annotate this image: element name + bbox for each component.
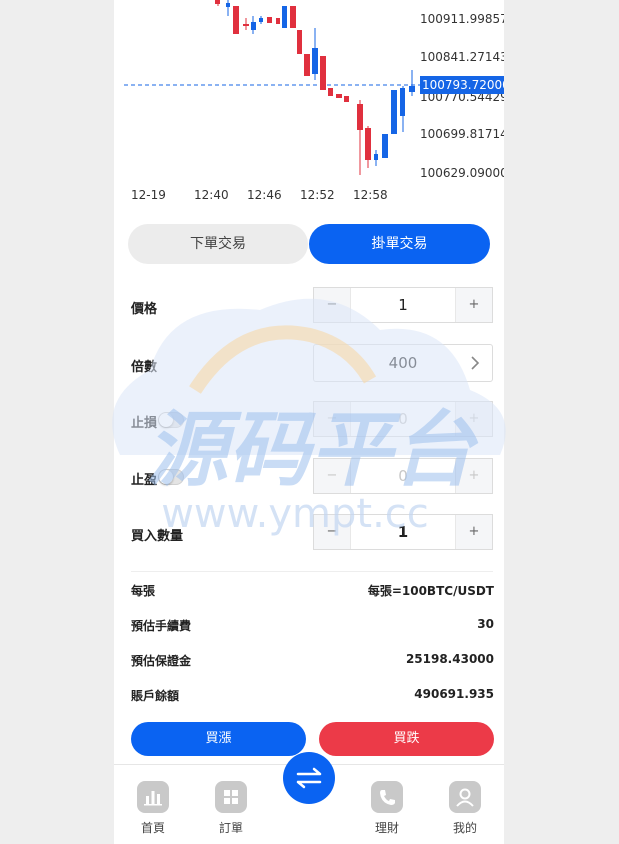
stop-loss-label: 止損 [131,416,158,431]
candle-down [328,88,333,96]
nav-item-home[interactable]: 首頁 [128,781,178,836]
candle-down [365,128,371,160]
candle-up [374,154,378,160]
take-profit-toggle[interactable] [158,469,184,485]
buy-up-button[interactable]: 買漲 [131,722,306,756]
price-level-label: 100841.27143 [420,50,504,64]
candle-down [233,6,239,34]
candle-down [243,24,249,26]
multiple-value: 400 [388,354,418,372]
divider [131,571,493,572]
user-icon [449,781,481,813]
right-margin [504,0,619,844]
candle-down [320,56,326,90]
take-profit-plus-button[interactable]: + [455,459,492,493]
time-label: 12:58 [353,188,388,202]
balance-label: 賬戶餘額 [131,689,180,703]
stop-loss-toggle[interactable] [158,412,184,428]
per-contract-value: 每張=100BTC/USDT [367,584,494,598]
candle-up [391,90,397,134]
stop-loss-minus-button[interactable]: − [314,402,351,436]
fee-label: 預估手續費 [131,619,192,633]
multiple-select[interactable]: 400 [313,344,493,382]
buy-quantity-minus-button[interactable]: − [314,515,351,549]
per-contract-label: 每張 [131,584,156,598]
candle-down [357,104,363,130]
nav-item-orders[interactable]: 訂單 [206,781,256,836]
stop-loss-input[interactable]: 0 [350,402,456,436]
chart-canvas [124,0,420,175]
fee-value: 30 [477,617,494,631]
price-plus-button[interactable]: + [455,288,492,322]
balance-value: 490691.935 [414,687,494,701]
take-profit-label: 止盈 [131,473,158,488]
candle-up [226,3,230,7]
trade-screen: 100911.99857 100841.27143 100770.54429 1… [114,0,504,844]
candle-up [400,88,405,116]
candle-down [215,0,220,4]
swap-button[interactable] [283,752,335,804]
price-minus-button[interactable]: − [314,288,351,322]
candle-up [382,134,388,158]
multiple-label: 倍數 [131,360,158,375]
grid-icon [215,781,247,813]
tab-order-trade[interactable]: 下單交易 [128,224,308,264]
nav-label: 訂單 [218,821,243,835]
chart-bar-icon [137,781,169,813]
nav-label: 首頁 [140,821,165,835]
take-profit-input[interactable]: 0 [350,459,456,493]
candle-down [344,96,349,102]
buy-quantity-input[interactable]: 1 [350,515,456,549]
candle-up [259,18,263,22]
candle-up [282,6,287,28]
nav-item-finance[interactable]: 理財 [362,781,412,836]
candle-down [336,94,342,98]
candle-down [304,54,310,76]
margin-label: 預估保證金 [131,654,192,668]
toggle-knob [159,413,173,427]
price-level-label: 100629.09000 [420,166,504,180]
toggle-knob [159,470,173,484]
price-level-label: 100699.81714 [420,127,504,141]
take-profit-minus-button[interactable]: − [314,459,351,493]
take-profit-stepper: − 0 + [313,458,493,494]
margin-value: 25198.43000 [405,652,494,666]
swap-arrows-icon [296,767,322,789]
nav-label: 理財 [374,821,399,835]
candle-down [267,17,272,23]
stop-loss-stepper: − 0 + [313,401,493,437]
buy-down-button[interactable]: 買跌 [319,722,494,756]
candle-down [297,30,302,54]
left-margin [0,0,114,844]
phone-icon [371,781,403,813]
buy-quantity-plus-button[interactable]: + [455,515,492,549]
trade-type-tabs: 下單交易 掛單交易 [124,224,494,264]
candle-down [290,6,296,28]
candlestick-chart[interactable]: 100911.99857 100841.27143 100770.54429 1… [114,0,504,215]
time-label: 12:46 [247,188,282,202]
price-level-label: 100911.99857 [420,12,504,26]
time-label: 12:52 [300,188,335,202]
candles [215,0,415,175]
nav-label: 我的 [452,821,477,835]
candle-down [276,18,280,24]
price-stepper: − 1 + [313,287,493,323]
time-label: 12:40 [194,188,229,202]
current-price-tag: 100793.72000 [420,76,504,94]
time-label: 12-19 [131,188,166,202]
tab-pending-trade[interactable]: 掛單交易 [309,224,490,264]
nav-item-mine[interactable]: 我的 [440,781,490,836]
stop-loss-plus-button[interactable]: + [455,402,492,436]
buy-quantity-label: 買入數量 [131,529,184,544]
candle-up [251,22,256,30]
price-label: 價格 [131,302,158,317]
buy-quantity-stepper: − 1 + [313,514,493,550]
chevron-right-icon [471,356,480,370]
candle-up [312,48,318,74]
candle-up [409,86,415,92]
price-input[interactable]: 1 [350,288,456,322]
